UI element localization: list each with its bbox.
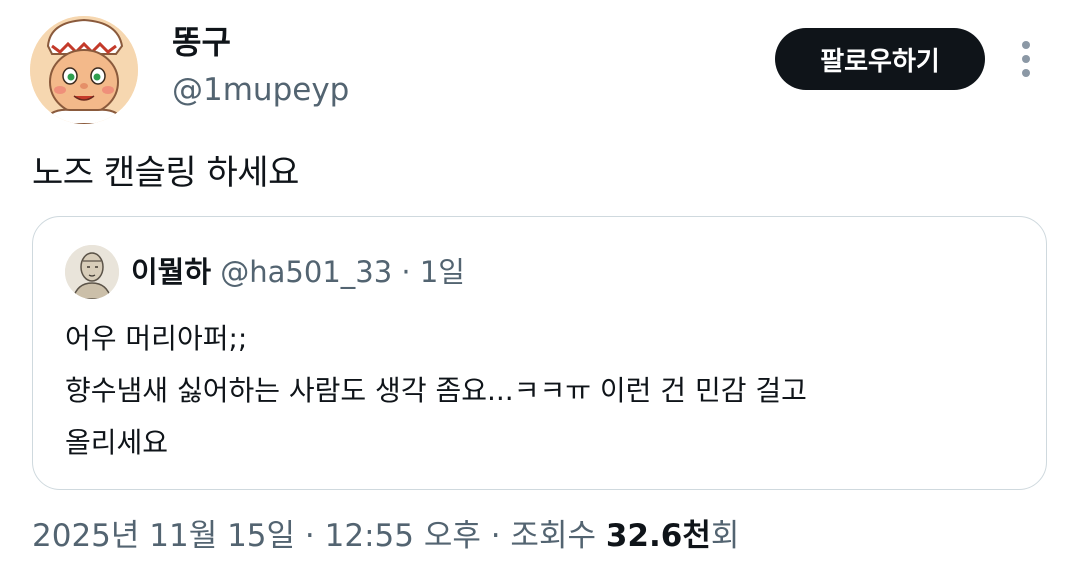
more-vertical-icon[interactable] xyxy=(1014,38,1038,82)
meta-separator: · xyxy=(480,518,511,554)
quote-line: 향수냄새 싫어하는 사람도 생각 좀요...ㅋㅋㅠ 이런 건 민감 걸고 xyxy=(65,374,807,407)
quote-line: 올리세요 xyxy=(65,426,169,459)
quote-handle[interactable]: @ha501_33 xyxy=(220,255,392,289)
author-avatar[interactable] xyxy=(30,16,138,124)
quote-timestamp[interactable]: 1일 xyxy=(420,255,465,289)
tweet-meta: 2025년 11월 15일 · 12:55 오후 · 조회수 32.6천회 xyxy=(32,512,739,560)
cartoon-chef-avatar-icon xyxy=(30,16,138,124)
views-count: 32.6천 xyxy=(605,518,711,554)
quote-separator: · xyxy=(401,255,420,289)
quote-display-name[interactable]: 이뭘하 xyxy=(131,255,211,289)
tweet-time[interactable]: 12:55 오후 xyxy=(325,518,481,554)
quote-body: 어우 머리아퍼;; 향수냄새 싫어하는 사람도 생각 좀요...ㅋㅋㅠ 이런 건… xyxy=(65,313,1015,469)
tweet-date[interactable]: 2025년 11월 15일 xyxy=(32,518,295,554)
views-label: 조회수 xyxy=(510,518,606,554)
quote-header: 이뭘하 @ha501_33 · 1일 xyxy=(131,249,465,295)
author-display-name[interactable]: 똥구 xyxy=(172,22,231,62)
quote-author-avatar xyxy=(65,245,119,299)
follow-button[interactable]: 팔로우하기 xyxy=(775,28,985,90)
author-handle[interactable]: @1mupeyp xyxy=(172,70,349,110)
quoted-tweet-card[interactable]: 이뭘하 @ha501_33 · 1일 어우 머리아퍼;; 향수냄새 싫어하는 사… xyxy=(32,216,1047,490)
sketch-portrait-avatar-icon xyxy=(65,245,119,299)
meta-separator: · xyxy=(295,518,325,554)
quote-line: 어우 머리아퍼;; xyxy=(65,322,248,355)
tweet-text: 노즈 캔슬링 하세요 xyxy=(32,153,299,193)
views-suffix: 회 xyxy=(710,518,740,554)
